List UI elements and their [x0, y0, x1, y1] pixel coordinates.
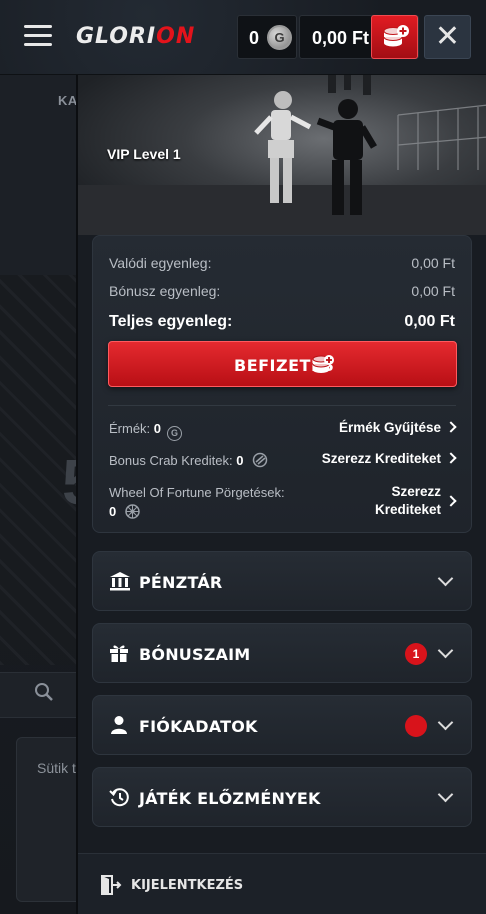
collect-coins-link[interactable]: Érmék Gyűjtése	[339, 420, 457, 435]
total-balance-row: Teljes egyenleg: 0,00 Ft	[109, 313, 455, 331]
user-icon	[111, 716, 127, 734]
chevron-down-icon	[437, 714, 454, 731]
bg-hero-label: KA	[58, 93, 78, 108]
close-button[interactable]: ✕	[424, 15, 471, 59]
logout-label: KIJELENTKEZÉS	[131, 878, 244, 893]
close-icon: ✕	[434, 20, 461, 53]
section-cashier-title: PÉNZTÁR	[139, 573, 223, 592]
divider	[108, 405, 456, 406]
coins-plus-icon	[383, 25, 409, 47]
logo[interactable]: GLORION	[76, 24, 195, 49]
chevron-down-icon	[437, 570, 454, 587]
vip-banner: VIP Level 1	[78, 75, 486, 235]
chevron-right-icon	[445, 495, 457, 507]
real-balance-label: Valódi egyenleg:	[109, 255, 212, 271]
section-bonuses-title: BÓNUSZAIM	[139, 645, 251, 664]
section-account-title: FIÓKADATOK	[139, 717, 258, 736]
chevron-down-icon	[437, 642, 454, 659]
section-cashier[interactable]: PÉNZTÁR	[92, 551, 472, 611]
bank-icon	[110, 572, 130, 591]
coin-counter[interactable]: 0 G	[237, 15, 297, 59]
g-coin-icon: G	[167, 426, 183, 441]
bonus-balance-label: Bónusz egyenleg:	[109, 283, 221, 299]
gift-icon	[110, 645, 128, 662]
crab-credit-icon	[252, 452, 268, 468]
bonus-count-badge: 1	[405, 643, 427, 665]
logout-button[interactable]: KIJELENTKEZÉS	[78, 853, 486, 914]
header-balance: 0,00 Ft	[312, 28, 370, 48]
section-bonuses[interactable]: BÓNUSZAIM 1	[92, 623, 472, 683]
chevron-right-icon	[445, 421, 457, 433]
vip-level-label: VIP Level 1	[107, 146, 181, 162]
account-drawer: VIP Level 1 Valódi egyenleg: 0,00 Ft Bón…	[76, 75, 486, 914]
menu-icon[interactable]	[24, 25, 52, 47]
notification-dot	[405, 715, 427, 737]
real-balance-value: 0,00 Ft	[411, 255, 455, 271]
real-balance-row: Valódi egyenleg: 0,00 Ft	[109, 255, 455, 271]
g-coin-icon: G	[267, 25, 292, 50]
chevron-right-icon	[445, 452, 457, 464]
get-wheel-credits-link[interactable]: Szerezz Krediteket	[375, 483, 457, 519]
total-balance-value: 0,00 Ft	[404, 313, 455, 330]
section-history[interactable]: JÁTÉK ELŐZMÉNYEK	[92, 767, 472, 827]
bonus-balance-value: 0,00 Ft	[411, 283, 455, 299]
section-account[interactable]: FIÓKADATOK	[92, 695, 472, 755]
total-balance-label: Teljes egyenleg:	[109, 313, 233, 330]
bonus-balance-row: Bónusz egyenleg: 0,00 Ft	[109, 283, 455, 299]
coin-count: 0	[249, 28, 260, 48]
section-history-title: JÁTÉK ELŐZMÉNYEK	[139, 789, 321, 808]
wheel-icon	[125, 504, 140, 519]
deposit-button[interactable]	[371, 15, 418, 59]
search-icon	[35, 683, 53, 701]
coins-plus-icon	[312, 355, 334, 373]
history-icon	[109, 788, 129, 807]
wheel-spins-info: Wheel Of Fortune Pörgetések: 0	[109, 485, 285, 519]
chevron-down-icon	[437, 786, 454, 803]
crab-credits-info: Bonus Crab Kreditek: 0	[109, 452, 269, 468]
logout-icon	[101, 875, 122, 895]
top-header: GLORION 0 G 0,00 Ft ✕	[0, 0, 486, 75]
coins-info: Érmék: 0G	[109, 421, 183, 441]
deposit-main-button[interactable]: BEFIZETÉS	[108, 341, 457, 387]
get-crab-credits-link[interactable]: Szerezz Krediteket	[322, 451, 457, 466]
balance-card: Valódi egyenleg: 0,00 Ft Bónusz egyenleg…	[92, 235, 472, 533]
